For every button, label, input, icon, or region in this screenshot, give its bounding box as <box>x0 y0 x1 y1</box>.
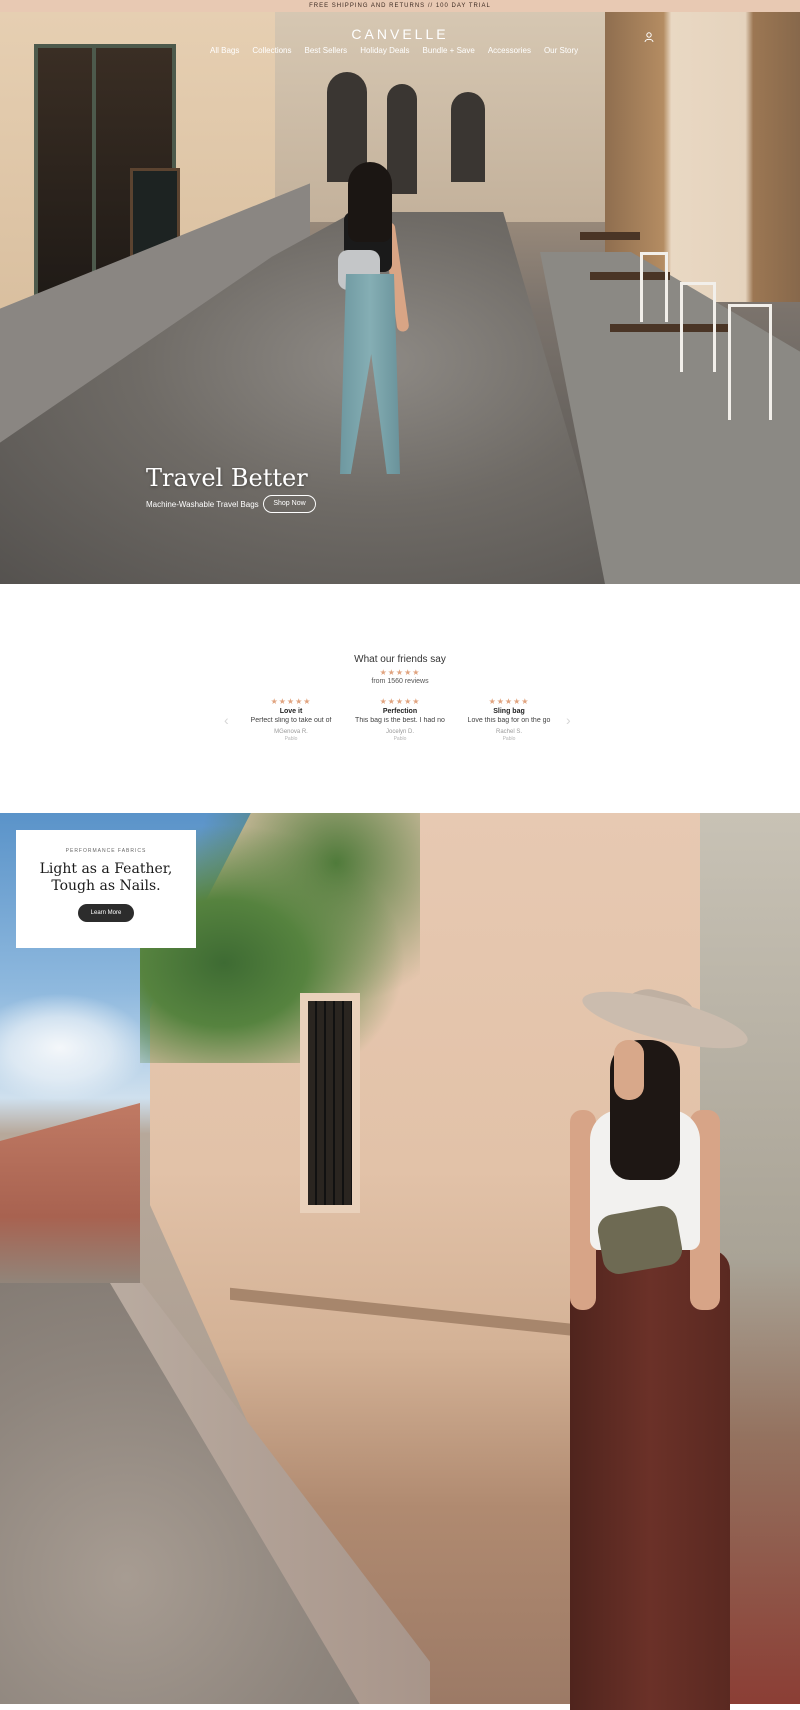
main-nav: All Bags Collections Best Sellers Holida… <box>210 46 591 55</box>
nav-item-collections[interactable]: Collections <box>252 46 291 55</box>
review-author: Jocelyn D. <box>385 729 414 735</box>
review-stars: ★★★★★ <box>379 697 421 706</box>
review-card: ★★★★★ Perfection This bag is the best. I… <box>345 697 455 742</box>
reviews-count: from 1560 reviews <box>371 678 429 685</box>
photo-far-town <box>0 1103 140 1293</box>
nav-item-accessories[interactable]: Accessories <box>488 46 531 55</box>
cafe-table <box>580 232 640 240</box>
nav-item-our-story[interactable]: Our Story <box>544 46 578 55</box>
model-jeans <box>340 274 400 474</box>
review-product[interactable]: Pablo <box>454 736 564 742</box>
review-title: Love it <box>279 708 303 715</box>
review-text: This bag is the best. I had no <box>355 717 445 724</box>
nav-item-best-sellers[interactable]: Best Sellers <box>305 46 348 55</box>
cafe-chair <box>680 282 716 372</box>
nav-item-all-bags[interactable]: All Bags <box>210 46 239 55</box>
hero-subtitle: Machine-Washable Travel Bags <box>146 500 259 509</box>
review-card: ★★★★★ Love it Perfect sling to take out … <box>236 697 346 742</box>
announcement-bar: FREE SHIPPING AND RETURNS // 100 DAY TRI… <box>0 0 800 12</box>
model-trousers <box>570 1250 730 1710</box>
promo-eyebrow: PERFORMANCE FABRICS <box>65 848 147 854</box>
hero-title: Travel Better <box>146 464 308 492</box>
hero-banner <box>0 12 800 584</box>
review-author: MGenova R. <box>274 729 308 735</box>
review-product[interactable]: Pablo <box>236 736 346 742</box>
model-hair <box>348 162 392 242</box>
lifestyle-model <box>570 980 780 1710</box>
chevron-right-icon[interactable]: › <box>566 712 571 728</box>
reviews-title: What our friends say <box>354 654 446 665</box>
cafe-chair <box>640 252 668 322</box>
hero-cafe-tables <box>580 212 780 432</box>
review-title: Sling bag <box>493 708 525 715</box>
nav-item-bundle-save[interactable]: Bundle + Save <box>423 46 475 55</box>
review-text: Love this bag for on the go <box>467 717 551 724</box>
promo-card: PERFORMANCE FABRICS Light as a Feather, … <box>16 830 196 948</box>
promo-title-line: Light as a Feather, <box>39 861 173 877</box>
brand-logo[interactable]: CANVELLE <box>340 26 460 42</box>
user-icon[interactable] <box>643 30 655 43</box>
hero-arch <box>451 92 485 182</box>
review-product[interactable]: Pablo <box>345 736 455 742</box>
review-card: ★★★★★ Sling bag Love this bag for on the… <box>454 697 564 742</box>
review-title: Perfection <box>382 708 418 715</box>
hero-model <box>318 162 428 512</box>
promo-title-line: Tough as Nails. <box>51 878 161 894</box>
review-stars: ★★★★★ <box>488 697 530 706</box>
model-face <box>614 1040 644 1100</box>
learn-more-button[interactable]: Learn More <box>78 904 134 922</box>
photo-window-bars <box>308 1001 352 1205</box>
review-stars: ★★★★★ <box>270 697 312 706</box>
nav-item-holiday-deals[interactable]: Holiday Deals <box>360 46 409 55</box>
review-author: Rachel S. <box>495 729 522 735</box>
reviews-rating-stars: ★★★★★ <box>379 668 421 677</box>
shop-now-button[interactable]: Shop Now <box>263 495 316 513</box>
promo-title: Light as a Feather, Tough as Nails. <box>16 861 196 895</box>
photo-clouds <box>0 993 150 1103</box>
review-text: Perfect sling to take out of <box>250 717 332 724</box>
cafe-chair <box>728 304 772 420</box>
chevron-left-icon[interactable]: ‹ <box>224 712 229 728</box>
